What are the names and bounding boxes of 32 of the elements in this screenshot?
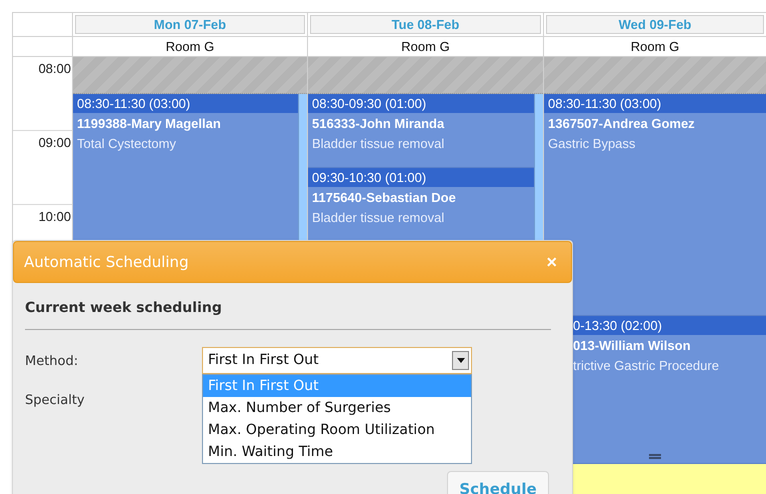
- appointment-time: 0-13:30 (02:00): [573, 318, 662, 333]
- dropdown-option[interactable]: Min. Waiting Time: [203, 441, 471, 463]
- specialty-label: Specialty: [25, 392, 85, 408]
- appointment-time: 08:30-11:30 (03:00): [77, 96, 190, 111]
- patient-name: 1175640-Sebastian Doe: [312, 190, 456, 205]
- appointment-time: 09:30-10:30 (01:00): [312, 170, 426, 185]
- appointment-time: 08:30-09:30 (01:00): [312, 96, 426, 111]
- dropdown-option[interactable]: Max. Number of Surgeries: [203, 397, 471, 419]
- method-select[interactable]: First In First Out: [202, 347, 472, 374]
- procedure-name: Bladder tissue removal: [312, 136, 444, 151]
- time-label: 10:00: [38, 209, 71, 224]
- appointment-block[interactable]: 08:30-09:30 (01:00) 516333-John Miranda Bladder tissue removal: [308, 94, 534, 168]
- patient-name: 1199388-Mary Magellan: [77, 116, 221, 131]
- resize-handle-icon[interactable]: [649, 454, 661, 459]
- room-label: Room G: [401, 39, 450, 54]
- patient-name: 1367507-Andrea Gomez: [548, 116, 695, 131]
- appointment-time: 08:30-11:30 (03:00): [548, 96, 662, 111]
- schedule-button[interactable]: Schedule: [447, 471, 549, 494]
- appointment-block[interactable]: 09:30-10:30 (01:00) 1175640-Sebastian Doe Bladder tissue removal: [308, 168, 534, 242]
- patient-name: 516333-John Miranda: [312, 116, 444, 131]
- room-label: Room G: [630, 39, 680, 54]
- procedure-name: trictive Gastric Procedure: [573, 358, 719, 373]
- time-label: 09:00: [38, 135, 71, 150]
- dropdown-option[interactable]: First In First Out: [203, 375, 471, 397]
- patient-name: 013-William Wilson: [573, 338, 691, 353]
- room-label: Room G: [166, 39, 214, 54]
- procedure-name: Total Cystectomy: [77, 136, 176, 151]
- procedure-name: Bladder tissue removal: [312, 210, 444, 225]
- procedure-name: Gastric Bypass: [548, 136, 636, 151]
- time-label: 08:00: [38, 61, 71, 76]
- method-label: Method:: [25, 354, 78, 369]
- dropdown-option[interactable]: Max. Operating Room Utilization: [203, 419, 471, 441]
